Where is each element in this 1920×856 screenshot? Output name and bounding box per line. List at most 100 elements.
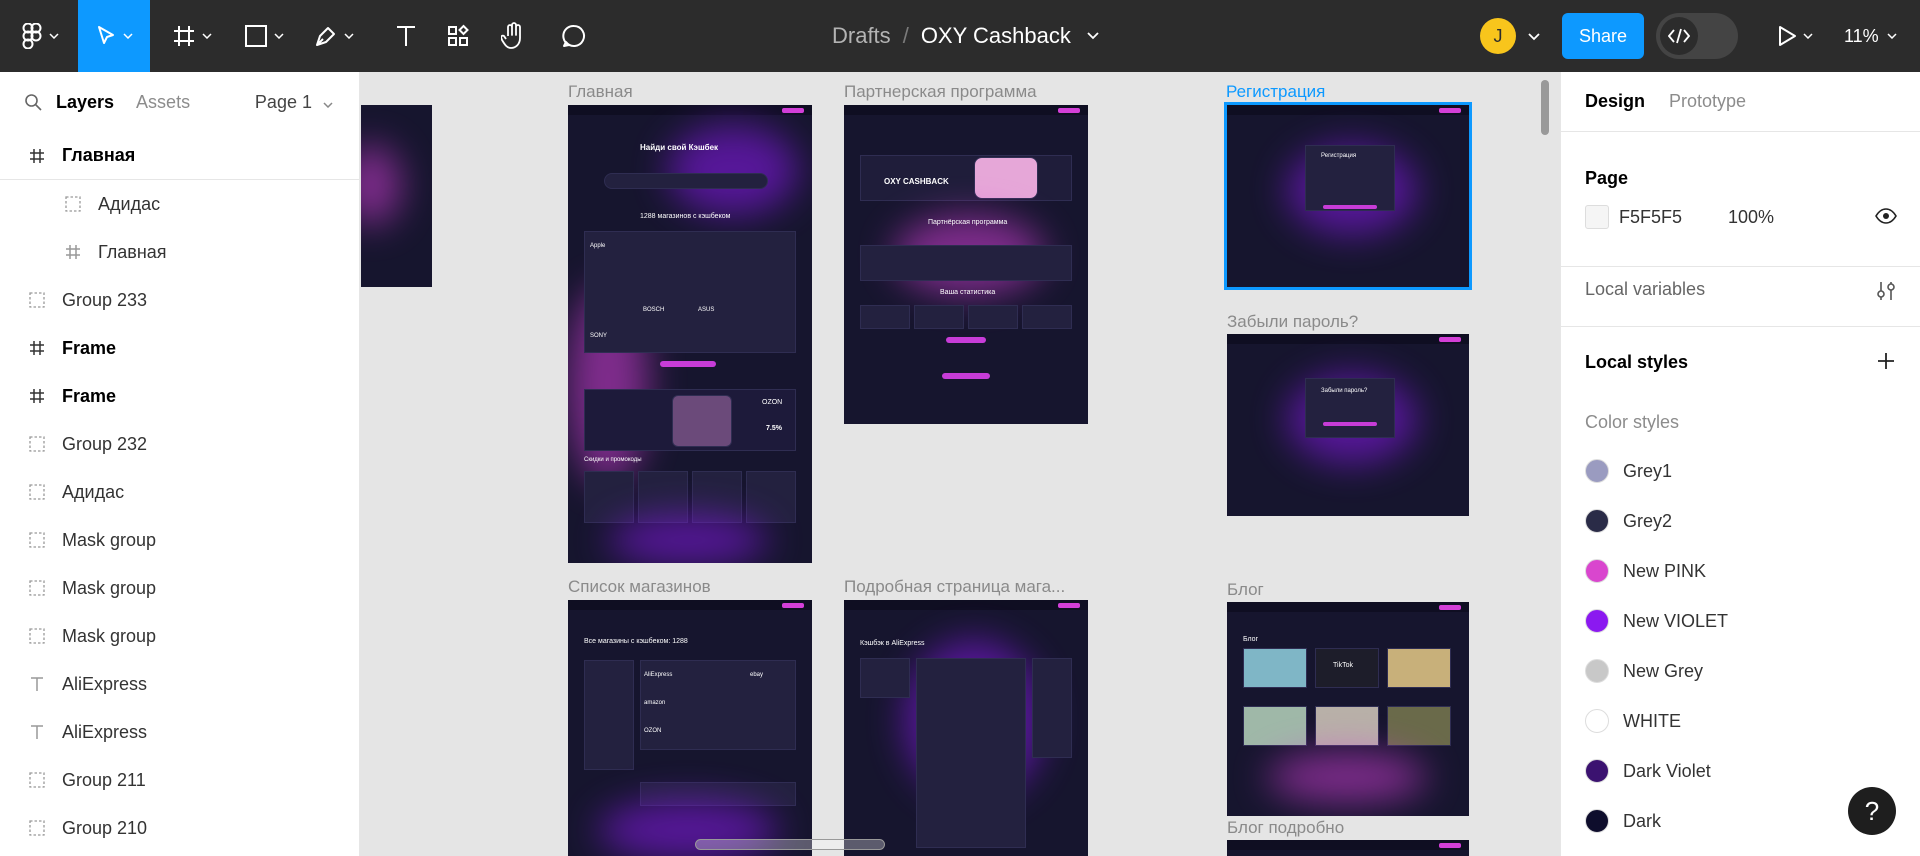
frame-icon [26, 385, 48, 407]
frame-label[interactable]: Главная [568, 82, 633, 102]
user-avatar[interactable]: J [1480, 18, 1516, 54]
page-fill-opacity[interactable]: 100% [1728, 207, 1774, 228]
layer-item[interactable]: Главная [0, 228, 359, 276]
comment-tool-button[interactable] [548, 0, 600, 72]
brand-label: ebay [750, 672, 764, 678]
color-style-item[interactable]: New VIOLET [1585, 596, 1728, 646]
main-menu-button[interactable] [14, 0, 66, 72]
blog-image [1315, 706, 1379, 746]
layer-item[interactable]: AliExpress [0, 660, 359, 708]
frame-button [942, 373, 990, 379]
frame-label[interactable]: Регистрация [1226, 82, 1325, 102]
brand-label: OZON [762, 399, 783, 406]
page-fill-swatch[interactable] [1585, 205, 1609, 229]
frame-button [946, 337, 986, 343]
frame-button [1323, 205, 1377, 209]
properties-panel: Design Prototype Page F5F5F5 100% Local … [1560, 72, 1920, 856]
shape-tool-button[interactable] [238, 0, 290, 72]
canvas-frame-register[interactable]: Регистрация [1224, 102, 1472, 290]
brand-label: TikTok [1333, 662, 1353, 669]
breadcrumb-drafts[interactable]: Drafts [832, 23, 891, 49]
layer-item[interactable]: Адидас [0, 468, 359, 516]
store-conditions [916, 658, 1026, 848]
layer-item[interactable]: Адидас [0, 180, 359, 228]
move-tool-button[interactable] [78, 0, 150, 72]
layer-item[interactable]: Group 233 [0, 276, 359, 324]
page-fill-value[interactable]: F5F5F5 [1619, 207, 1682, 228]
zoom-control[interactable]: 11% [1844, 0, 1897, 72]
color-style-item[interactable]: Grey2 [1585, 496, 1672, 546]
color-style-item[interactable]: Dark Violet [1585, 746, 1711, 796]
tab-layers[interactable]: Layers [56, 92, 114, 113]
canvas-frame-forgot-password[interactable]: Забыли пароль? [1227, 334, 1469, 516]
file-title[interactable]: Drafts / OXY Cashback [832, 0, 1099, 72]
brand-label: 7.5% [766, 425, 782, 432]
chevron-down-icon[interactable] [1528, 33, 1540, 41]
resources-button[interactable] [432, 0, 484, 72]
layer-item[interactable]: Mask group [0, 516, 359, 564]
color-styles-title: Color styles [1585, 412, 1680, 432]
present-button[interactable] [1770, 0, 1820, 72]
frame-label[interactable]: Партнерская программа [844, 82, 1037, 102]
canvas-frame-blog[interactable]: Блог TikTok [1227, 602, 1469, 816]
frame-glow [608, 515, 768, 563]
canvas-frame-partner[interactable]: OXY CASHBACK Партнёрская программа Ваша … [844, 105, 1088, 424]
plus-icon[interactable] [1877, 352, 1895, 370]
frame-label[interactable]: Список магазинов [568, 577, 711, 597]
canvas-frame-partial[interactable] [361, 105, 432, 287]
pen-icon [316, 27, 335, 46]
color-style-name: New Grey [1623, 660, 1704, 681]
frame-label[interactable]: Подробная страница мага... [844, 577, 1065, 597]
page-selector[interactable]: Page 1 [255, 92, 333, 113]
layer-item[interactable]: Group 211 [0, 756, 359, 804]
canvas-vertical-scrollbar[interactable] [1541, 80, 1549, 135]
canvas-horizontal-scrollbar[interactable] [695, 839, 885, 850]
help-button[interactable]: ? [1848, 787, 1896, 835]
layer-item[interactable]: Group 232 [0, 420, 359, 468]
tab-assets[interactable]: Assets [136, 92, 190, 113]
chevron-down-icon [123, 33, 133, 39]
layer-item[interactable]: Frame [0, 372, 359, 420]
frame-tool-button[interactable] [166, 0, 218, 72]
layer-item[interactable]: Group 210 [0, 804, 359, 852]
layer-item[interactable]: Mask group [0, 612, 359, 660]
text-tool-button[interactable] [380, 0, 432, 72]
color-style-item[interactable]: New PINK [1585, 546, 1706, 596]
color-style-item[interactable]: Grey1 [1585, 446, 1672, 496]
pen-tool-button[interactable] [308, 0, 360, 72]
layer-label: Главная [98, 241, 167, 262]
eye-icon[interactable] [1875, 208, 1897, 224]
frame-label[interactable]: Блог [1227, 580, 1264, 600]
design-canvas[interactable]: Главная Найди свой Кэшбек 1288 магазинов… [361, 72, 1559, 856]
layer-item[interactable]: Главная [0, 132, 359, 180]
layer-item[interactable]: Mask group [0, 564, 359, 612]
share-button[interactable]: Share [1562, 13, 1644, 59]
search-icon[interactable] [24, 93, 42, 111]
color-style-item[interactable]: New Grey [1585, 646, 1703, 696]
chevron-down-icon [49, 33, 59, 39]
canvas-frame-stores[interactable]: Все магазины с кэшбеком: 1288 AliExpress… [568, 600, 812, 856]
tab-prototype[interactable]: Prototype [1669, 91, 1746, 112]
file-name[interactable]: OXY Cashback [921, 23, 1071, 49]
brand-label: AliExpress [644, 672, 673, 678]
stat-card [860, 305, 910, 329]
canvas-frame-home[interactable]: Найди свой Кэшбек 1288 магазинов с кэшбе… [568, 105, 812, 563]
canvas-frame-store-detail[interactable]: Кэшбэк в AliExpress [844, 600, 1088, 856]
variables-icon[interactable] [1875, 280, 1897, 302]
frame-label[interactable]: Блог подробно [1227, 818, 1344, 838]
color-style-item[interactable]: WHITE [1585, 696, 1681, 746]
layer-item[interactable]: Frame [0, 324, 359, 372]
chevron-down-icon[interactable] [1087, 32, 1099, 40]
local-variables-label[interactable]: Local variables [1585, 279, 1705, 300]
hand-tool-button[interactable] [488, 0, 540, 72]
frame-subheading: Партнёрская программа [928, 219, 1008, 226]
layer-item[interactable]: AliExpress [0, 708, 359, 756]
frame-label[interactable]: Забыли пароль? [1227, 312, 1358, 332]
comment-icon [562, 24, 585, 47]
dev-mode-toggle[interactable] [1656, 13, 1738, 59]
text-icon [26, 673, 48, 695]
color-style-item[interactable]: Dark [1585, 796, 1661, 846]
tab-design[interactable]: Design [1585, 91, 1645, 112]
canvas-frame-blog-detail[interactable] [1227, 840, 1469, 856]
frame-nav [1227, 840, 1469, 850]
